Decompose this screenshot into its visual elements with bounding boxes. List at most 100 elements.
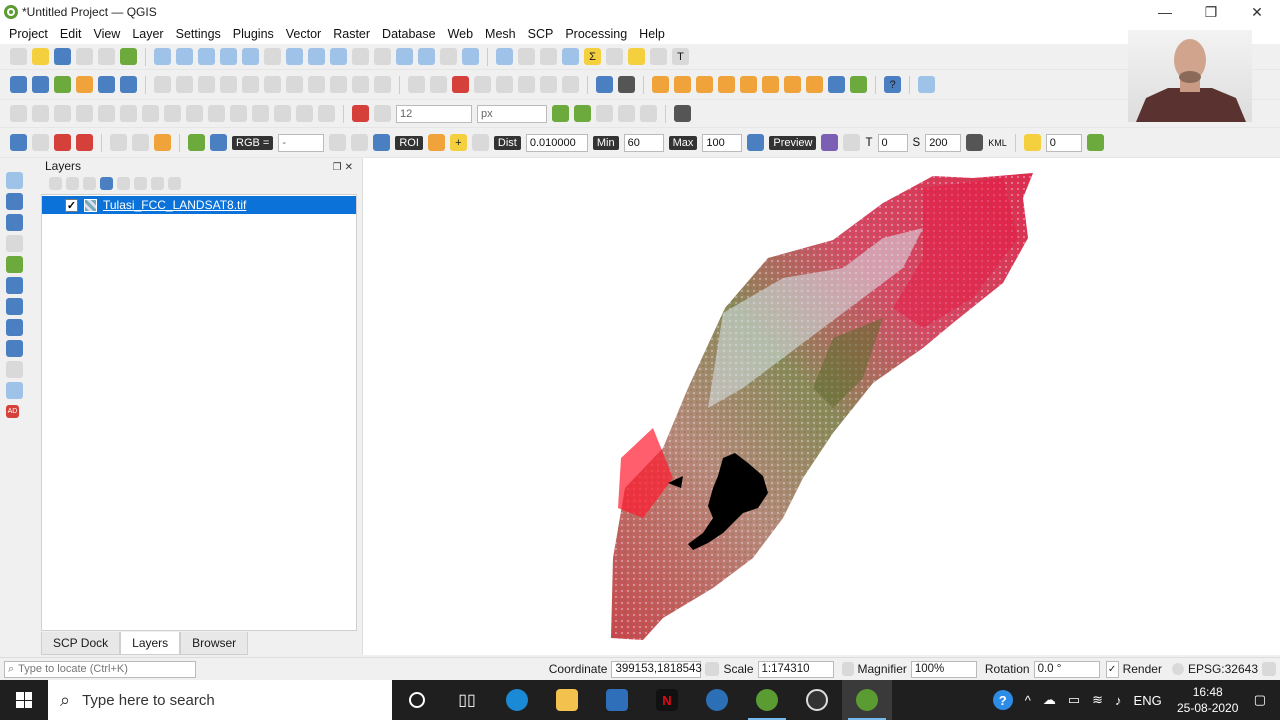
max-spinbox[interactable]: 100: [702, 133, 743, 152]
scp-stretch-icon[interactable]: [329, 134, 347, 151]
menu-settings[interactable]: Settings: [170, 27, 227, 41]
notification-icon[interactable]: ▢: [1254, 692, 1266, 708]
plugin-g-icon[interactable]: [806, 76, 823, 93]
zoom-last-icon[interactable]: [330, 48, 347, 65]
menu-plugins[interactable]: Plugins: [227, 27, 280, 41]
map-tips-icon[interactable]: [650, 48, 667, 65]
add-wms-side-icon[interactable]: [6, 298, 23, 315]
bookmark-icon[interactable]: [396, 48, 413, 65]
language-indicator[interactable]: ENG: [1134, 693, 1162, 708]
preview-button[interactable]: Preview: [769, 135, 817, 150]
sum-statistics-icon[interactable]: Σ: [584, 48, 601, 65]
scp-contrast-icon[interactable]: [351, 134, 369, 151]
pan-to-selection-icon[interactable]: [176, 48, 193, 65]
plugin-c-icon[interactable]: [718, 76, 735, 93]
open-project-icon[interactable]: [32, 48, 49, 65]
menu-mesh[interactable]: Mesh: [479, 27, 522, 41]
tab-browser[interactable]: Browser: [180, 632, 249, 655]
scp-image-icon[interactable]: [188, 134, 205, 151]
menu-scp[interactable]: SCP: [522, 27, 560, 41]
taskbar-search[interactable]: ⌕ Type here to search: [48, 680, 392, 720]
change-label-icon[interactable]: [518, 76, 535, 93]
identify-features-icon[interactable]: [496, 48, 513, 65]
measure-line-icon[interactable]: [606, 48, 623, 65]
digitize-icon[interactable]: [76, 76, 93, 93]
remove-layer-icon[interactable]: [168, 176, 181, 190]
scp-box-icon[interactable]: [154, 134, 171, 151]
text-annotation-icon[interactable]: T: [672, 48, 689, 65]
rgb-band-select[interactable]: -: [278, 133, 325, 152]
style-layer-icon[interactable]: [49, 176, 62, 190]
pin-labels-icon[interactable]: [430, 76, 447, 93]
scp-refresh-icon[interactable]: [843, 134, 861, 151]
database-icon[interactable]: [596, 76, 613, 93]
rgb-band-set-label[interactable]: RGB =: [232, 135, 274, 150]
scp-remove-icon[interactable]: [966, 134, 984, 151]
cortana-button[interactable]: [392, 680, 442, 720]
menu-layer[interactable]: Layer: [126, 27, 169, 41]
add-raster-icon[interactable]: [98, 76, 115, 93]
scp-sheet-icon[interactable]: [1023, 134, 1041, 151]
add-virtual-layer-icon[interactable]: [6, 277, 23, 294]
zoom-in-icon[interactable]: [198, 48, 215, 65]
filter-legend-icon[interactable]: [100, 176, 113, 190]
dist-spinbox[interactable]: 0.010000: [525, 133, 588, 152]
plane-icon[interactable]: [674, 105, 691, 122]
toggle-extents-icon[interactable]: [705, 662, 720, 676]
add-delimited-text-icon[interactable]: [6, 235, 23, 252]
add-arcgis-icon[interactable]: [6, 361, 23, 378]
taskbar-file-explorer[interactable]: [542, 680, 592, 720]
menu-help[interactable]: Help: [633, 27, 671, 41]
min-spinbox[interactable]: 60: [623, 133, 664, 152]
scp-roi-zoom-icon[interactable]: [373, 134, 391, 151]
trace-icon[interactable]: [574, 105, 591, 122]
roi-label[interactable]: ROI: [395, 135, 423, 150]
maximize-button[interactable]: ❐: [1188, 0, 1234, 24]
new-map-view-icon[interactable]: [374, 48, 391, 65]
diagram-tool-icon[interactable]: [562, 76, 579, 93]
scp-zoom-icon[interactable]: [54, 134, 71, 151]
settings-gear-icon[interactable]: [562, 48, 579, 65]
plugin-d-icon[interactable]: [740, 76, 757, 93]
temporal-controller-icon[interactable]: [440, 48, 457, 65]
manage-visibility-icon[interactable]: [83, 176, 96, 190]
volume-icon[interactable]: ♪: [1115, 693, 1122, 708]
lock-scale-icon[interactable]: [841, 662, 854, 676]
plugin-b-icon[interactable]: [696, 76, 713, 93]
label-color-icon[interactable]: [352, 105, 369, 122]
layout-manager-icon[interactable]: [98, 48, 115, 65]
menu-database[interactable]: Database: [376, 27, 442, 41]
menu-project[interactable]: Project: [3, 27, 54, 41]
select-features-icon[interactable]: [540, 48, 557, 65]
layer-item[interactable]: ✓ Tulasi_FCC_LANDSAT8.tif: [42, 196, 356, 214]
layer-visibility-checkbox[interactable]: ✓: [65, 198, 78, 212]
menu-view[interactable]: View: [87, 27, 126, 41]
show-bookmarks-icon[interactable]: [418, 48, 435, 65]
menu-web[interactable]: Web: [442, 27, 479, 41]
collapse-all-icon[interactable]: [151, 176, 164, 190]
scale-field[interactable]: 1:174310: [757, 660, 834, 678]
tab-layers[interactable]: Layers: [120, 632, 181, 655]
taskbar-qgis-2[interactable]: [842, 680, 892, 720]
help-contents-icon[interactable]: ?: [884, 76, 901, 93]
scp-pointer-icon[interactable]: [427, 134, 445, 151]
plugin-f-icon[interactable]: [784, 76, 801, 93]
scp-export-icon[interactable]: [1086, 134, 1104, 151]
plugin-e-icon[interactable]: [762, 76, 779, 93]
move-label-icon[interactable]: [474, 76, 491, 93]
plugin-i-icon[interactable]: [850, 76, 867, 93]
show-hide-labels-icon[interactable]: [540, 76, 557, 93]
cloud-icon[interactable]: ☁: [1043, 692, 1056, 708]
t-spinbox[interactable]: 0: [877, 133, 908, 152]
zoom-out-icon[interactable]: [220, 48, 237, 65]
add-wms-icon[interactable]: [120, 76, 137, 93]
scp-preview-zoom-icon[interactable]: [747, 134, 765, 151]
battery-icon[interactable]: ▭: [1068, 692, 1080, 708]
zoom-native-icon[interactable]: [308, 48, 325, 65]
scp-band-icon[interactable]: [76, 134, 93, 151]
scp-zoom-image-icon[interactable]: [210, 134, 227, 151]
close-panel-icon[interactable]: ✕: [345, 162, 353, 173]
scp-redo-icon[interactable]: [471, 134, 489, 151]
scp-main-icon[interactable]: [10, 134, 27, 151]
start-button[interactable]: [0, 680, 48, 720]
